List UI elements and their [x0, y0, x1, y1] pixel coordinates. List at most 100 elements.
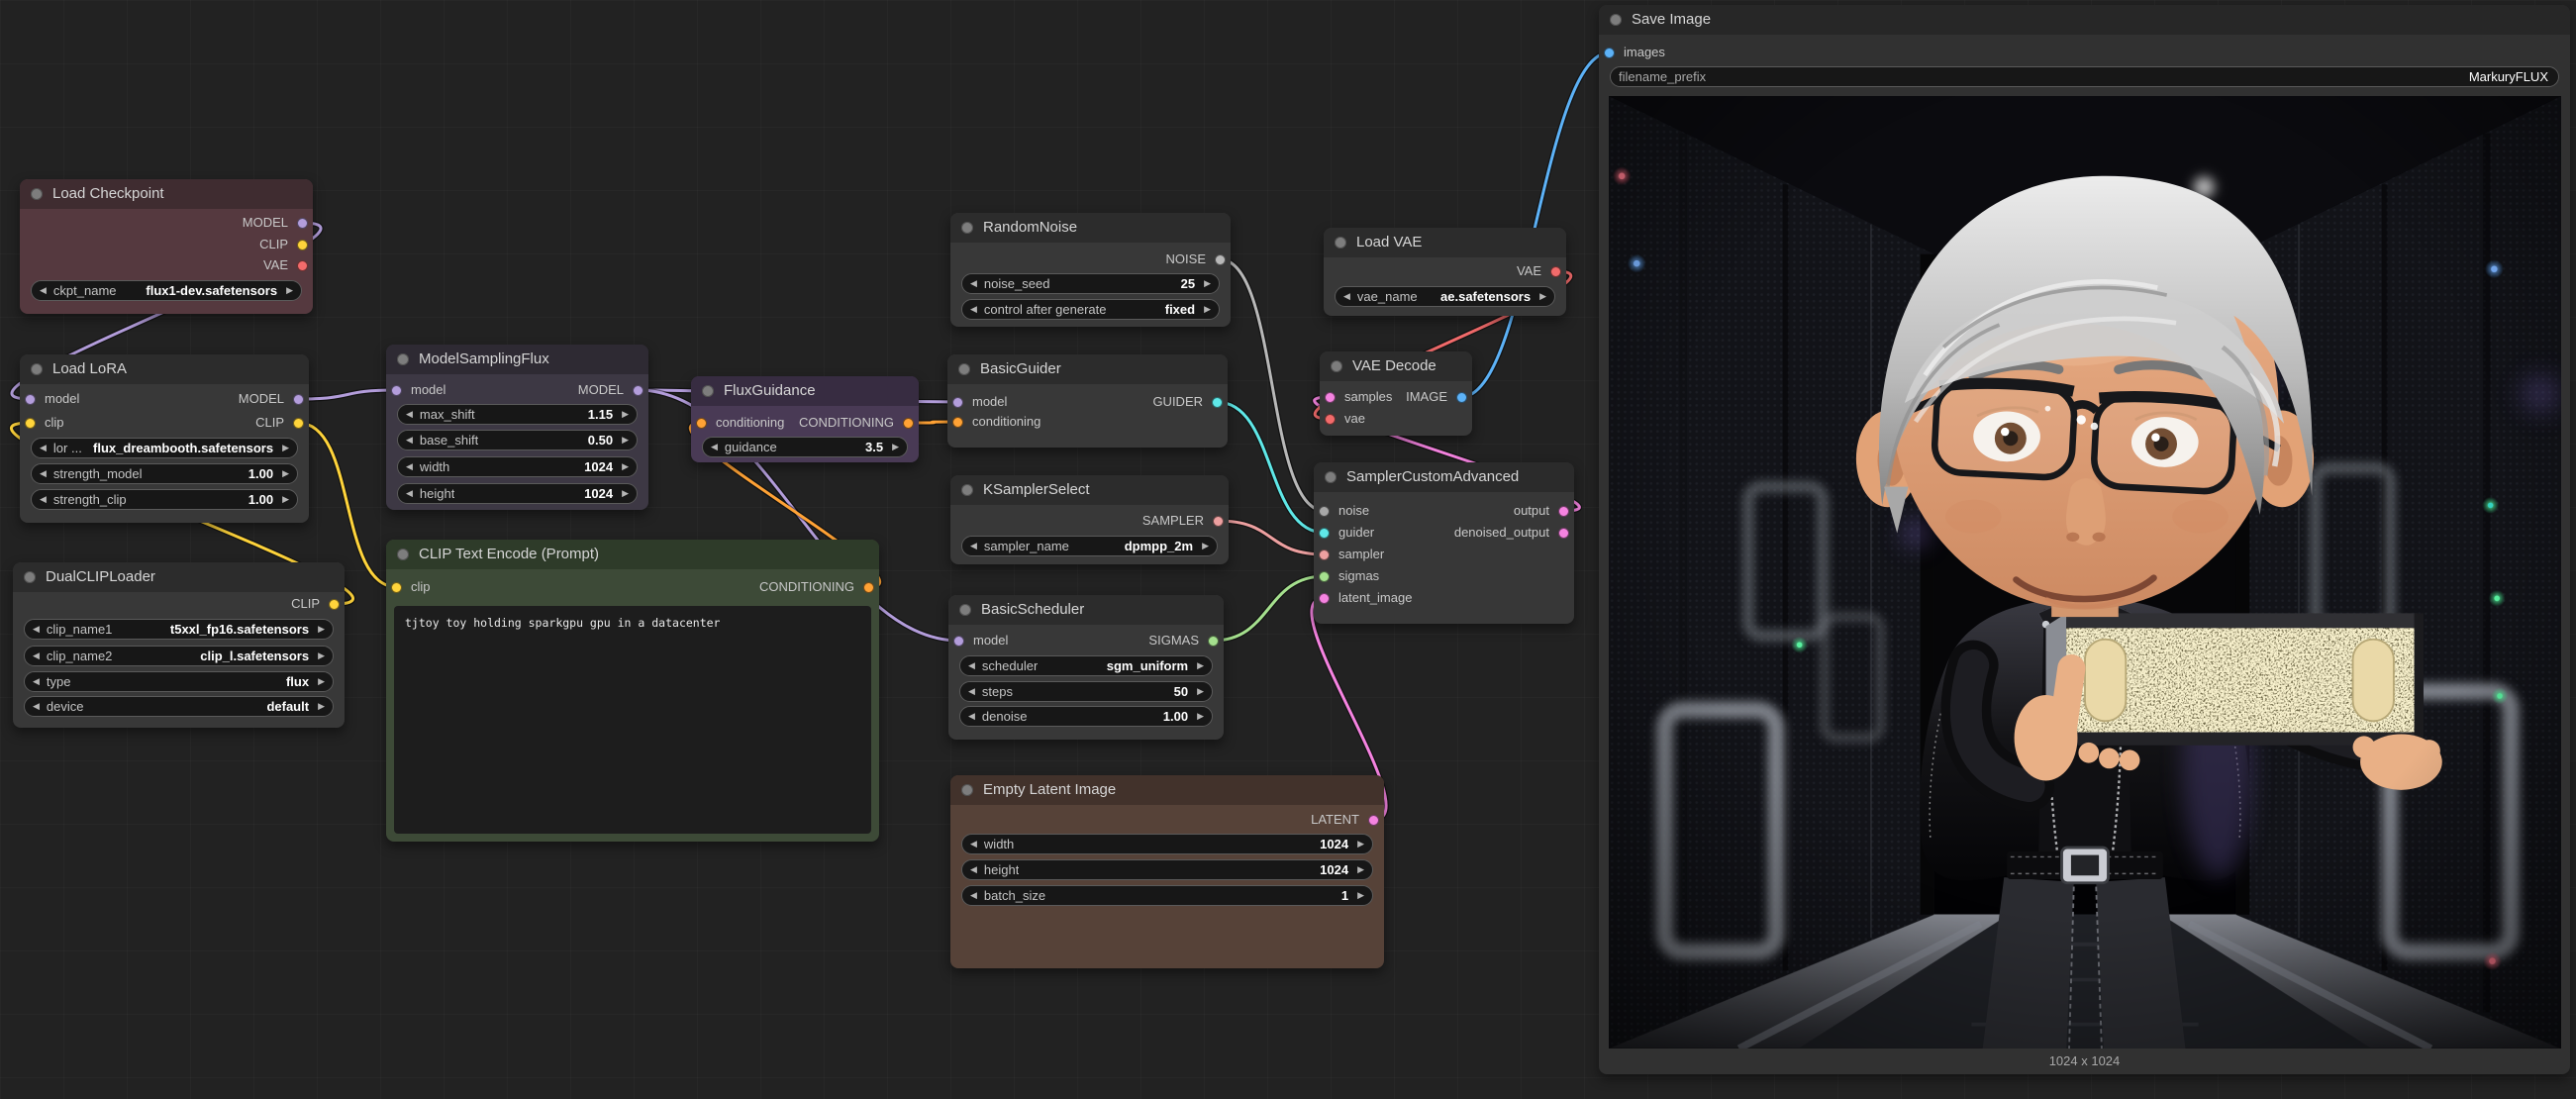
node-empty-latent-image[interactable]: Empty Latent ImageLATENT◀width1024▶◀heig…	[950, 775, 1384, 968]
node-basic-guider[interactable]: BasicGuidermodelconditioningGUIDER	[947, 354, 1228, 448]
denoised_output-output-port[interactable]	[1558, 528, 1569, 539]
widget-sampler-name[interactable]: ◀sampler_namedpmpp_2m▶	[961, 536, 1218, 556]
clip-input-port[interactable]	[391, 582, 402, 593]
decrement-arrow-icon[interactable]: ◀	[970, 840, 977, 849]
widget-denoise[interactable]: ◀denoise1.00▶	[959, 706, 1213, 727]
CLIP-output-port[interactable]	[297, 240, 308, 250]
collapse-dot-icon[interactable]	[397, 353, 409, 365]
widget-scheduler[interactable]: ◀schedulersgm_uniform▶	[959, 655, 1213, 676]
increment-arrow-icon[interactable]: ▶	[1197, 661, 1204, 670]
node-header[interactable]: Save Image	[1599, 5, 2570, 35]
increment-arrow-icon[interactable]: ▶	[892, 443, 899, 451]
conditioning-input-port[interactable]	[696, 418, 707, 429]
node-header[interactable]: KSamplerSelect	[950, 475, 1229, 505]
node-vae-decode[interactable]: VAE DecodesamplesvaeIMAGE	[1320, 351, 1472, 436]
node-clip-text-encode[interactable]: CLIP Text Encode (Prompt)clipCONDITIONIN…	[386, 540, 879, 842]
widget-filename-prefix[interactable]: filename_prefixMarkuryFLUX	[1610, 66, 2559, 87]
node-header[interactable]: RandomNoise	[950, 213, 1231, 243]
node-header[interactable]: BasicScheduler	[948, 595, 1224, 625]
widget-height[interactable]: ◀height1024▶	[961, 859, 1373, 880]
NOISE-output-port[interactable]	[1215, 254, 1226, 265]
node-ksampler-select[interactable]: KSamplerSelectSAMPLER◀sampler_namedpmpp_…	[950, 475, 1229, 564]
node-graph-canvas[interactable]: Load CheckpointMODELCLIPVAE◀ckpt_nameflu…	[0, 0, 2576, 1099]
increment-arrow-icon[interactable]: ▶	[622, 489, 629, 498]
increment-arrow-icon[interactable]: ▶	[318, 702, 325, 711]
collapse-dot-icon[interactable]	[961, 784, 973, 796]
CONDITIONING-output-port[interactable]	[903, 418, 914, 429]
collapse-dot-icon[interactable]	[1331, 360, 1342, 372]
node-header[interactable]: Load LoRA	[20, 354, 309, 384]
node-header[interactable]: SamplerCustomAdvanced	[1314, 462, 1574, 492]
node-header[interactable]: CLIP Text Encode (Prompt)	[386, 540, 879, 569]
LATENT-output-port[interactable]	[1368, 815, 1379, 826]
increment-arrow-icon[interactable]: ▶	[1357, 891, 1364, 900]
decrement-arrow-icon[interactable]: ◀	[406, 489, 413, 498]
widget-type[interactable]: ◀typeflux▶	[24, 671, 334, 692]
widget-clip-name2[interactable]: ◀clip_name2clip_l.safetensors▶	[24, 646, 334, 666]
increment-arrow-icon[interactable]: ▶	[1204, 305, 1211, 314]
node-header[interactable]: DualCLIPLoader	[13, 562, 345, 592]
node-flux-guidance[interactable]: FluxGuidanceconditioningCONDITIONING◀gui…	[691, 376, 919, 462]
decrement-arrow-icon[interactable]: ◀	[970, 279, 977, 288]
widget-strength-model[interactable]: ◀strength_model1.00▶	[31, 463, 298, 484]
node-dual-clip-loader[interactable]: DualCLIPLoaderCLIP◀clip_name1t5xxl_fp16.…	[13, 562, 345, 728]
collapse-dot-icon[interactable]	[958, 363, 970, 375]
decrement-arrow-icon[interactable]: ◀	[970, 891, 977, 900]
collapse-dot-icon[interactable]	[397, 549, 409, 560]
node-header[interactable]: FluxGuidance	[691, 376, 919, 406]
widget-width[interactable]: ◀width1024▶	[397, 456, 638, 477]
widget-vae-name[interactable]: ◀vae_nameae.safetensors▶	[1335, 286, 1555, 307]
MODEL-output-port[interactable]	[633, 385, 644, 396]
widget-guidance[interactable]: ◀guidance3.5▶	[702, 437, 908, 457]
decrement-arrow-icon[interactable]: ◀	[33, 625, 40, 634]
increment-arrow-icon[interactable]: ▶	[1204, 279, 1211, 288]
sampler-input-port[interactable]	[1319, 550, 1330, 560]
increment-arrow-icon[interactable]: ▶	[318, 651, 325, 660]
noise-input-port[interactable]	[1319, 506, 1330, 517]
decrement-arrow-icon[interactable]: ◀	[968, 712, 975, 721]
widget-device[interactable]: ◀devicedefault▶	[24, 696, 334, 717]
decrement-arrow-icon[interactable]: ◀	[711, 443, 718, 451]
node-random-noise[interactable]: RandomNoiseNOISE◀noise_seed25▶◀control a…	[950, 213, 1231, 327]
sigmas-input-port[interactable]	[1319, 571, 1330, 582]
model-input-port[interactable]	[25, 394, 36, 405]
node-header[interactable]: Load Checkpoint	[20, 179, 313, 209]
decrement-arrow-icon[interactable]: ◀	[406, 462, 413, 471]
decrement-arrow-icon[interactable]: ◀	[33, 702, 40, 711]
increment-arrow-icon[interactable]: ▶	[318, 677, 325, 686]
SIGMAS-output-port[interactable]	[1208, 636, 1219, 647]
node-header[interactable]: Load VAE	[1324, 228, 1566, 257]
node-header[interactable]: ModelSamplingFlux	[386, 345, 648, 374]
increment-arrow-icon[interactable]: ▶	[1357, 840, 1364, 849]
node-load-checkpoint[interactable]: Load CheckpointMODELCLIPVAE◀ckpt_nameflu…	[20, 179, 313, 314]
increment-arrow-icon[interactable]: ▶	[622, 462, 629, 471]
collapse-dot-icon[interactable]	[702, 385, 714, 397]
decrement-arrow-icon[interactable]: ◀	[40, 495, 47, 504]
decrement-arrow-icon[interactable]: ◀	[406, 410, 413, 419]
node-load-vae[interactable]: Load VAEVAE◀vae_nameae.safetensors▶	[1324, 228, 1566, 316]
widget-noise-seed[interactable]: ◀noise_seed25▶	[961, 273, 1220, 294]
decrement-arrow-icon[interactable]: ◀	[970, 305, 977, 314]
widget-strength-clip[interactable]: ◀strength_clip1.00▶	[31, 489, 298, 510]
increment-arrow-icon[interactable]: ▶	[1539, 292, 1546, 301]
increment-arrow-icon[interactable]: ▶	[1197, 712, 1204, 721]
increment-arrow-icon[interactable]: ▶	[282, 495, 289, 504]
clip-input-port[interactable]	[25, 418, 36, 429]
collapse-dot-icon[interactable]	[24, 571, 36, 583]
widget-width[interactable]: ◀width1024▶	[961, 834, 1373, 854]
collapse-dot-icon[interactable]	[959, 604, 971, 616]
node-model-sampling-flux[interactable]: ModelSamplingFluxmodelMODEL◀max_shift1.1…	[386, 345, 648, 510]
increment-arrow-icon[interactable]: ▶	[1202, 542, 1209, 550]
increment-arrow-icon[interactable]: ▶	[1357, 865, 1364, 874]
decrement-arrow-icon[interactable]: ◀	[406, 436, 413, 445]
IMAGE-output-port[interactable]	[1456, 392, 1467, 403]
CLIP-output-port[interactable]	[293, 418, 304, 429]
widget-height[interactable]: ◀height1024▶	[397, 483, 638, 504]
increment-arrow-icon[interactable]: ▶	[1197, 687, 1204, 696]
widget-batch-size[interactable]: ◀batch_size1▶	[961, 885, 1373, 906]
increment-arrow-icon[interactable]: ▶	[622, 410, 629, 419]
decrement-arrow-icon[interactable]: ◀	[1343, 292, 1350, 301]
output-output-port[interactable]	[1558, 506, 1569, 517]
model-input-port[interactable]	[953, 636, 964, 647]
collapse-dot-icon[interactable]	[31, 188, 43, 200]
